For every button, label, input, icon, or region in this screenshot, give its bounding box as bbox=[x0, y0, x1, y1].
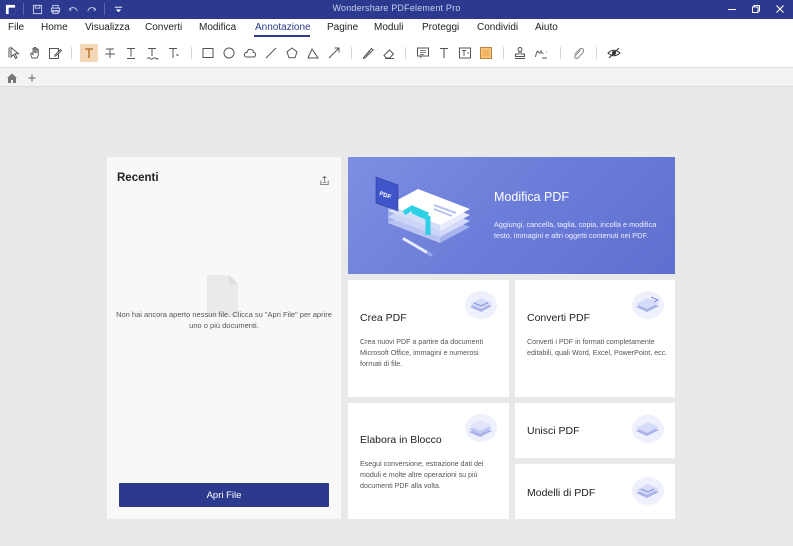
edit-note-icon[interactable] bbox=[46, 44, 64, 62]
empty-recent-message: Non hai ancora aperto nessun file. Clicc… bbox=[116, 310, 332, 330]
text-tool-icon[interactable] bbox=[435, 44, 453, 62]
signature-icon[interactable] bbox=[532, 44, 550, 62]
edit-pdf-illustration-icon bbox=[368, 175, 478, 259]
add-tab-icon[interactable] bbox=[25, 71, 39, 85]
create-pdf-title: Crea PDF bbox=[360, 312, 407, 324]
merge-pdf-icon bbox=[631, 414, 665, 444]
batch-process-title: Elabora in Blocco bbox=[360, 434, 442, 446]
merge-pdf-title: Unisci PDF bbox=[527, 425, 580, 437]
strikethrough-icon[interactable] bbox=[101, 44, 119, 62]
menu-bar: File Home Visualizza Converti Modifica A… bbox=[0, 19, 793, 38]
menu-home[interactable]: Home bbox=[41, 22, 68, 33]
divider bbox=[596, 47, 597, 59]
edit-pdf-description: Aggiungi, cancella, taglia, copia, incol… bbox=[494, 220, 657, 240]
merge-pdf-card[interactable]: Unisci PDF bbox=[515, 403, 675, 458]
close-icon[interactable] bbox=[773, 2, 787, 16]
title-bar: Wondershare PDFelement Pro bbox=[0, 0, 793, 19]
squiggly-icon[interactable] bbox=[143, 44, 161, 62]
create-pdf-icon bbox=[464, 290, 498, 320]
menu-modifica[interactable]: Modifica bbox=[199, 22, 236, 33]
convert-pdf-description: Converti i PDF in formati completamente … bbox=[527, 338, 668, 357]
highlight-icon[interactable] bbox=[80, 44, 98, 62]
divider bbox=[71, 47, 72, 59]
divider bbox=[191, 47, 192, 59]
batch-process-icon bbox=[464, 413, 498, 443]
divider bbox=[405, 47, 406, 59]
line-icon[interactable] bbox=[262, 44, 280, 62]
comment-icon[interactable] bbox=[414, 44, 432, 62]
underline-icon[interactable] bbox=[122, 44, 140, 62]
menu-aiuto[interactable]: Aiuto bbox=[535, 22, 558, 33]
home-tab-icon[interactable] bbox=[5, 71, 19, 85]
batch-process-card[interactable]: Elabora in Blocco Esegui conversione, es… bbox=[348, 403, 509, 519]
divider bbox=[503, 47, 504, 59]
attachment-icon[interactable] bbox=[569, 44, 587, 62]
polygon-icon[interactable] bbox=[283, 44, 301, 62]
menu-pagine[interactable]: Pagine bbox=[327, 22, 358, 33]
pdf-templates-icon bbox=[631, 476, 665, 506]
stamp-icon[interactable] bbox=[511, 44, 529, 62]
clear-recent-icon[interactable] bbox=[319, 173, 331, 186]
eraser-icon[interactable] bbox=[380, 44, 398, 62]
convert-pdf-title: Converti PDF bbox=[527, 312, 591, 324]
pencil-icon[interactable] bbox=[359, 44, 377, 62]
convert-pdf-icon bbox=[631, 290, 665, 320]
convert-pdf-card[interactable]: Converti PDF Converti i PDF in formati c… bbox=[515, 280, 675, 397]
sticky-note-icon[interactable] bbox=[477, 44, 495, 62]
divider bbox=[351, 47, 352, 59]
create-pdf-description: Crea nuovi PDF a partire da documenti Mi… bbox=[360, 338, 484, 368]
pdf-templates-card[interactable]: Modelli di PDF bbox=[515, 464, 675, 519]
textbox-icon[interactable] bbox=[456, 44, 474, 62]
menu-moduli[interactable]: Moduli bbox=[374, 22, 403, 33]
pdf-templates-title: Modelli di PDF bbox=[527, 487, 596, 499]
menu-condividi[interactable]: Condividi bbox=[477, 22, 518, 33]
hand-tool-icon[interactable] bbox=[26, 44, 44, 62]
menu-visualizza[interactable]: Visualizza bbox=[85, 22, 130, 33]
ellipse-icon[interactable] bbox=[220, 44, 238, 62]
edit-pdf-card[interactable]: PDF Modifica PDF Aggiungi, cancella, tag… bbox=[348, 157, 675, 274]
window-title: Wondershare PDFelement Pro bbox=[332, 3, 461, 13]
tab-strip bbox=[0, 68, 793, 87]
menu-annotazione[interactable]: Annotazione bbox=[255, 22, 311, 33]
edit-pdf-title: Modifica PDF bbox=[494, 190, 570, 204]
batch-process-description: Esegui conversione, estrazione dati dei … bbox=[360, 460, 484, 490]
cloud-icon[interactable] bbox=[241, 44, 259, 62]
minimize-icon[interactable] bbox=[725, 2, 739, 16]
annotation-toolbar bbox=[0, 38, 793, 68]
recent-title: Recenti bbox=[117, 172, 159, 184]
open-file-button[interactable]: Apri File bbox=[119, 483, 329, 507]
select-tool-icon[interactable] bbox=[6, 44, 24, 62]
menu-file[interactable]: File bbox=[8, 22, 24, 33]
menu-proteggi[interactable]: Proteggi bbox=[422, 22, 459, 33]
arrow-icon[interactable] bbox=[325, 44, 343, 62]
create-pdf-card[interactable]: Crea PDF Crea nuovi PDF a partire da doc… bbox=[348, 280, 509, 397]
polyline-icon[interactable] bbox=[304, 44, 322, 62]
active-menu-indicator bbox=[254, 35, 310, 37]
rectangle-icon[interactable] bbox=[199, 44, 217, 62]
hide-annotations-icon[interactable] bbox=[605, 44, 623, 62]
divider bbox=[560, 47, 561, 59]
menu-converti[interactable]: Converti bbox=[145, 22, 182, 33]
text-replace-icon[interactable] bbox=[164, 44, 182, 62]
recent-panel: Recenti Non hai ancora aperto nessun fil… bbox=[107, 157, 341, 519]
restore-icon[interactable] bbox=[749, 2, 763, 16]
